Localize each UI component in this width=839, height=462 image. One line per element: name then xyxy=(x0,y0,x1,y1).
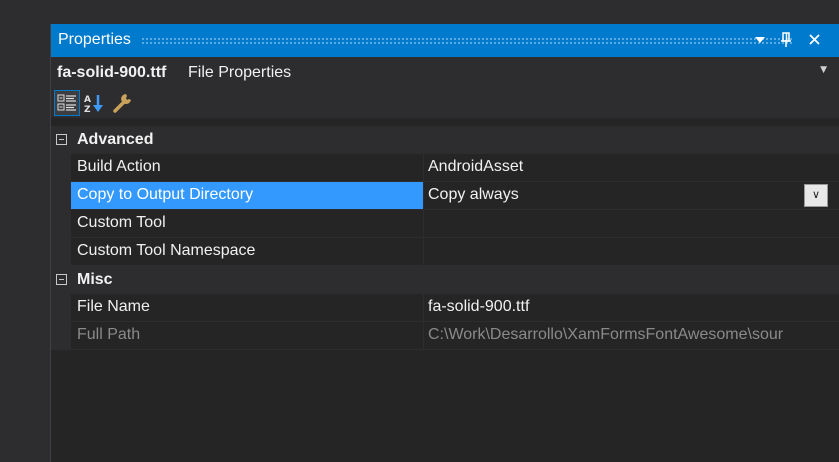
close-icon[interactable] xyxy=(805,30,823,50)
object-name: fa-solid-900.ttf xyxy=(57,64,167,81)
row-gutter xyxy=(51,154,71,181)
object-selector[interactable]: fa-solid-900.ttf File Properties ▼ xyxy=(51,57,839,87)
titlebar-drag-grip[interactable] xyxy=(141,37,793,44)
dropdown-chevron-icon[interactable]: ∨ xyxy=(804,184,828,207)
property-row-copy-to-output[interactable]: Copy to Output Directory Copy always ∨ xyxy=(51,182,839,210)
property-value[interactable] xyxy=(424,210,839,237)
property-row-build-action[interactable]: Build Action AndroidAsset xyxy=(51,154,839,182)
property-row-full-path[interactable]: Full Path C:\Work\Desarrollo\XamFormsFon… xyxy=(51,322,839,350)
properties-titlebar[interactable]: Properties xyxy=(51,24,839,57)
row-gutter xyxy=(51,294,71,321)
property-value[interactable]: fa-solid-900.ttf xyxy=(424,294,839,321)
chevron-down-icon[interactable]: ▼ xyxy=(820,65,827,75)
collapse-icon[interactable] xyxy=(56,134,67,145)
property-name[interactable]: Full Path xyxy=(71,322,424,349)
property-pages-button[interactable] xyxy=(111,91,135,115)
ide-background: Properties fa-solid-900.ttf File Propert… xyxy=(0,0,839,462)
alphabetical-button[interactable]: A Z xyxy=(82,91,106,115)
row-gutter xyxy=(51,322,71,349)
pin-icon[interactable] xyxy=(777,30,795,50)
top-dock-area xyxy=(50,0,839,24)
combo-value: Copy always xyxy=(428,186,519,203)
category-label: Advanced xyxy=(77,131,154,148)
property-name[interactable]: Custom Tool xyxy=(71,210,424,237)
property-value-combo[interactable]: Copy always ∨ xyxy=(424,182,839,209)
property-name[interactable]: Build Action xyxy=(71,154,424,181)
row-gutter xyxy=(51,238,71,265)
object-kind: File Properties xyxy=(188,64,292,81)
category-label: Misc xyxy=(77,271,113,288)
wrench-icon xyxy=(113,94,131,113)
property-name[interactable]: Custom Tool Namespace xyxy=(71,238,424,265)
property-name[interactable]: Copy to Output Directory xyxy=(71,182,424,209)
property-row-file-name[interactable]: File Name fa-solid-900.ttf xyxy=(51,294,839,322)
property-name[interactable]: File Name xyxy=(71,294,424,321)
property-value[interactable]: C:\Work\Desarrollo\XamFormsFontAwesome\s… xyxy=(424,322,839,349)
window-options-dropdown-icon[interactable] xyxy=(751,30,769,50)
properties-panel: Properties fa-solid-900.ttf File Propert… xyxy=(51,24,839,462)
left-dock-area xyxy=(0,0,51,462)
category-row-misc[interactable]: Misc xyxy=(51,266,839,294)
property-row-custom-tool-namespace[interactable]: Custom Tool Namespace xyxy=(51,238,839,266)
properties-toolbar: A Z xyxy=(51,87,839,118)
category-row-advanced[interactable]: Advanced xyxy=(51,126,839,154)
property-value[interactable] xyxy=(424,238,839,265)
categorized-icon xyxy=(57,94,76,111)
panel-title: Properties xyxy=(58,31,131,48)
property-value[interactable]: AndroidAsset xyxy=(424,154,839,181)
categorized-button[interactable] xyxy=(54,90,80,116)
property-grid: Advanced Build Action AndroidAsset Copy … xyxy=(51,126,839,350)
svg-text:A: A xyxy=(84,95,91,105)
svg-text:Z: Z xyxy=(84,105,91,115)
alphabetical-sort-icon: A Z xyxy=(84,95,103,115)
property-row-custom-tool[interactable]: Custom Tool xyxy=(51,210,839,238)
row-gutter xyxy=(51,182,71,209)
collapse-icon[interactable] xyxy=(56,274,67,285)
row-gutter xyxy=(51,210,71,237)
